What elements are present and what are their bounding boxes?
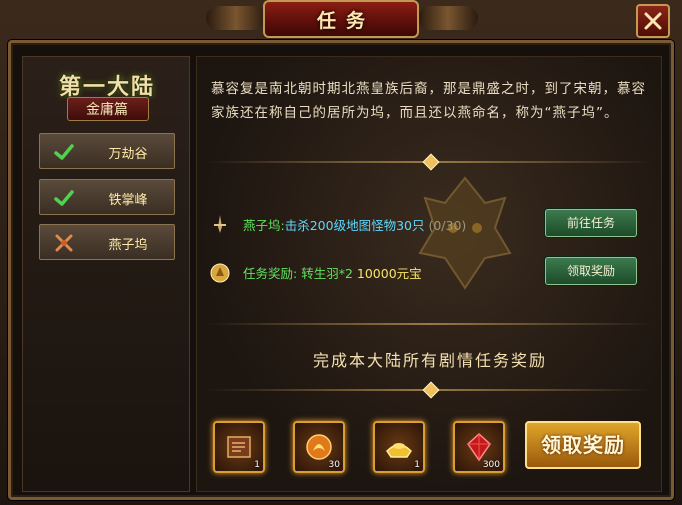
reward-count: 30 [328,460,340,470]
continent-subtitle: 金庸篇 [86,102,128,118]
crossed-swords-icon [55,234,73,252]
task-progress: (0/30) [428,218,467,233]
reward-bag-icon [210,263,230,283]
reward-count: 1 [254,460,260,470]
reward-count: 1 [414,460,420,470]
divider-diamond-top [422,153,440,171]
continent-reward-item[interactable]: 1 [373,421,425,473]
claim-task-reward-button[interactable]: 领取奖励 [545,257,637,285]
task-location: 燕子坞: [243,218,285,233]
chapter-label: 燕子坞 [108,238,148,253]
story-text: 慕容复是南北朝时期北燕皇族后裔，那是鼎盛之时，到了宋朝，慕容家族还在称自己的居所… [211,81,646,121]
window-title: 任务 [316,9,375,32]
title-ornament-right [418,6,478,30]
continent-reward-heading: 完成本大陆所有剧情任务奖励 [312,351,547,370]
chapter-item-tiezhangfeng[interactable]: 铁掌峰 [39,179,175,215]
book-icon [227,436,251,458]
task-objective: 击杀200级地图怪物30只 [284,218,425,233]
red-gem-icon [467,432,491,462]
continent-reward-item[interactable]: 30 [293,421,345,473]
close-button[interactable] [636,4,670,38]
chapter-item-yanziwu[interactable]: 燕子坞 [39,224,175,260]
goto-task-button[interactable]: 前往任务 [545,209,637,237]
quest-detail-panel: 慕容复是南北朝时期北燕皇族后裔，那是鼎盛之时，到了宋朝，慕容家族还在称自己的居所… [196,56,662,492]
check-icon [54,144,74,160]
fire-orb-icon [306,434,332,460]
chapter-sidebar: 第一大陆 金庸篇 万劫谷 铁掌峰 燕子坞 [22,56,190,492]
reward-item-2: 10000元宝 [356,266,422,281]
window-title-plate: 任务 [263,0,419,38]
close-icon [644,12,662,30]
reward-item-1: 转生羽*2 [301,266,353,281]
title-ornament-left [206,6,266,30]
reward-label: 任务奖励: [243,266,298,281]
quest-window: 任务 第一大陆 金庸篇 万劫谷 铁掌峰 燕子坞 慕容复是南北朝时期北燕皇族后裔，… [0,0,682,505]
sword-task-icon [214,215,226,233]
check-icon [54,190,74,206]
divider-diamond-bottom [422,381,440,399]
reward-count: 300 [482,460,500,470]
divider-middle [207,323,653,325]
gold-ingot-icon [386,443,412,458]
continent-reward-item[interactable]: 300 [453,421,505,473]
claim-continent-reward-button[interactable]: 领取奖励 [525,421,641,469]
chapter-item-wanjiegu[interactable]: 万劫谷 [39,133,175,169]
continent-reward-item[interactable]: 1 [213,421,265,473]
chapter-label: 万劫谷 [108,147,148,162]
chapter-label: 铁掌峰 [108,193,148,208]
